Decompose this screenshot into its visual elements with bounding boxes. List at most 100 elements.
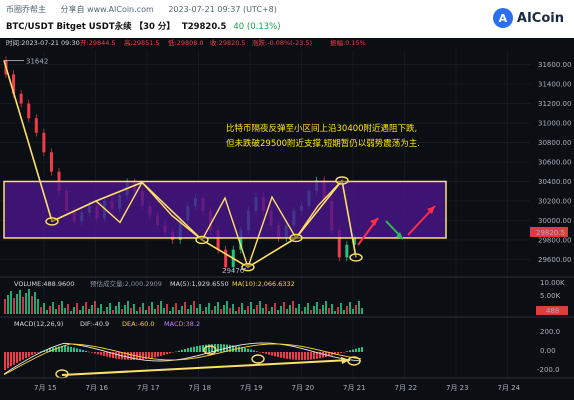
volume-bar [292, 301, 294, 314]
macd-bar [139, 352, 141, 360]
share-time: 2023-07-21 09:37 (UTC+8) [168, 5, 277, 14]
kline-chart[interactable]: 时间:2023-07-21 09:30 开:29844.5 高:29851.5 … [0, 38, 574, 400]
price-tick-label: 29600.00 [538, 256, 571, 264]
volume-bar [175, 303, 177, 314]
volume-bar [112, 310, 114, 314]
volume-bar [31, 296, 33, 314]
volume-bar [247, 306, 249, 314]
ohlc-info: 时间:2023-07-21 09:30 开:29844.5 高:29851.5 … [6, 38, 366, 47]
volume-ma10: MA(10):2,066.6332 [232, 280, 295, 288]
volume-bar [220, 309, 222, 314]
logo-icon: A [492, 8, 513, 28]
ohlc-open: 开:29844.5 [80, 39, 116, 47]
volume-bar [214, 306, 216, 314]
share-source: 分享自 www.AICoin.com [60, 5, 154, 14]
candle-body [224, 249, 228, 268]
volume-bar [181, 306, 183, 314]
volume-bar [199, 304, 201, 314]
macd-bar [295, 352, 297, 360]
volume-bar [217, 302, 219, 314]
macd-bar [247, 348, 249, 352]
volume-bar [265, 304, 267, 314]
volume-bar [37, 299, 39, 314]
volume-bar [187, 309, 189, 314]
time-tick-label: 7月 18 [189, 384, 212, 392]
macd-bar [346, 351, 348, 352]
macd-bar [322, 352, 324, 358]
volume-bar [196, 308, 198, 314]
volume-bar [25, 293, 27, 314]
macd-bar [31, 352, 33, 356]
macd-bar [358, 347, 360, 352]
last-price-tag: 29820.5 [530, 227, 568, 237]
macd-bar [244, 347, 246, 352]
macd-bar [343, 352, 345, 353]
pivot-ellipse [45, 217, 59, 226]
macd-bar [154, 352, 156, 358]
macd-bar [157, 352, 159, 357]
macd-bar [256, 351, 258, 352]
price-tick-label: 30200.00 [538, 197, 571, 205]
price-change: 40 (0.13%) [233, 22, 281, 32]
price-tick-label: 30800.00 [538, 139, 571, 147]
volume-bar [322, 305, 324, 314]
volume-bar [34, 292, 36, 314]
volume-bar [349, 302, 351, 314]
volume-bar [88, 309, 90, 314]
macd-bar [253, 350, 255, 352]
time-tick-label: 7月 17 [137, 384, 160, 392]
macd-bar [196, 346, 198, 352]
volume-bar [208, 303, 210, 314]
volume-bar [271, 307, 273, 314]
volume-bar [262, 308, 264, 314]
macd-bar [34, 352, 36, 354]
volume-bar [211, 310, 213, 314]
volume-bar [340, 303, 342, 314]
pivot-ellipse [349, 253, 363, 262]
macd-bar [220, 344, 222, 352]
author-name[interactable]: 币圈乔帮主 [6, 5, 46, 14]
volume-bar [163, 308, 165, 314]
volume-bar [253, 309, 255, 314]
volume-bar [4, 299, 6, 314]
macd-bar [28, 352, 30, 357]
volume-bar [43, 303, 45, 314]
volume-bar [49, 306, 51, 314]
volume-bar [277, 310, 279, 314]
macd-bar [361, 347, 363, 352]
volume-bar [22, 297, 24, 314]
macd-bar [91, 352, 93, 353]
time-tick-label: 7月 16 [86, 384, 109, 392]
volume-bar [166, 304, 168, 314]
volume-bar [127, 301, 129, 314]
logo-text: AICoin [516, 10, 564, 26]
time-tick-label: 7月 19 [240, 384, 263, 392]
ohlc-amplitude: 振幅:0.15% [330, 38, 366, 47]
macd-macd: MACD:38.2 [164, 320, 200, 328]
macd-bar [211, 344, 213, 352]
ohlc-low: 低:29808.0 [168, 38, 204, 47]
price-tick-label: 30600.00 [538, 159, 571, 167]
macd-bar [268, 352, 270, 355]
macd-bar [37, 352, 39, 353]
macd-dif: DIF:-40.9 [80, 320, 109, 328]
macd-bar [337, 352, 339, 354]
macd-bar [88, 351, 90, 353]
candle-body [345, 244, 349, 258]
macd-bar [250, 349, 252, 352]
volume-bar [316, 302, 318, 314]
price-tick-label: 30400.00 [538, 178, 571, 186]
macd-bar [277, 352, 279, 358]
volume-bar [244, 310, 246, 314]
aicoin-logo[interactable]: A AICoin [492, 8, 564, 28]
volume-last-tag: 488 [546, 307, 559, 315]
volume-bar [133, 304, 135, 314]
macd-bar [25, 352, 27, 359]
volume-bar [73, 307, 75, 314]
volume-bar [202, 311, 204, 314]
macd-bar [142, 352, 144, 360]
volume-bar [130, 308, 132, 314]
macd-bar [286, 352, 288, 359]
volume-bar [274, 303, 276, 314]
volume-bar [295, 308, 297, 314]
